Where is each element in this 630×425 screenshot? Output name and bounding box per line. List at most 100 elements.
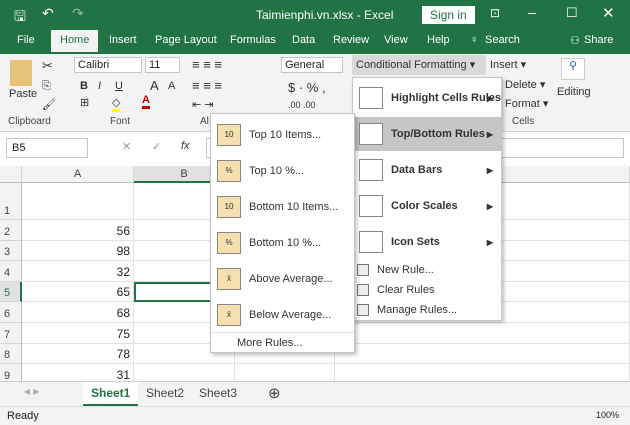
cell-a[interactable]: 68 [22, 302, 134, 323]
zoom-level[interactable]: 100% [596, 410, 619, 420]
status-bar: Ready 100% [0, 406, 630, 425]
fill-color-icon[interactable]: ◇ [112, 96, 121, 112]
group-alignment: Al [200, 116, 209, 127]
underline-button[interactable]: U [115, 80, 123, 92]
insert-function-icon[interactable]: fx [181, 140, 190, 152]
more-rules-item[interactable]: More Rules... [211, 332, 354, 352]
paste-icon[interactable] [10, 60, 32, 86]
sheet-tab-sheet2[interactable]: Sheet2 [146, 386, 184, 400]
redo-icon[interactable]: ↷ [72, 5, 84, 22]
sheet-tab-sheet3[interactable]: Sheet3 [199, 386, 237, 400]
submenu-item[interactable]: x̄ Above Average... [211, 262, 354, 296]
tab-help[interactable]: Help [427, 34, 450, 46]
tab-review[interactable]: Review [333, 34, 369, 46]
row-header[interactable]: 6 [0, 302, 22, 323]
share-button[interactable]: Share [584, 34, 613, 46]
paste-button[interactable]: Paste [9, 88, 37, 100]
add-sheet-button[interactable]: ⊕ [268, 384, 281, 402]
menu-item-highlight-cells-rules[interactable]: Highlight Cells Rules ▶ [353, 81, 501, 115]
menu-item-new-rule[interactable]: New Rule... [353, 260, 501, 280]
submenu-arrow-icon: ▶ [486, 93, 493, 103]
font-name-select[interactable]: Calibri [74, 57, 142, 73]
decrease-font-icon[interactable]: A [168, 80, 175, 92]
increase-font-icon[interactable]: A [150, 78, 159, 93]
tab-formulas[interactable]: Formulas [230, 34, 276, 46]
column-header-a[interactable]: A [22, 166, 134, 183]
tab-file[interactable]: File [17, 34, 35, 46]
indent-icon[interactable]: ⇤ ⇥ [192, 98, 214, 111]
align-left-icon[interactable]: ≡ ≡ ≡ [192, 78, 222, 93]
maximize-button[interactable]: ☐ [566, 5, 578, 21]
copy-icon[interactable]: ⎘ [42, 80, 51, 93]
cell-a[interactable] [22, 183, 134, 220]
submenu-item[interactable]: x̄ Below Average... [211, 298, 354, 332]
submenu-item[interactable]: % Top 10 %... [211, 154, 354, 188]
cut-icon[interactable]: ✂ [42, 58, 53, 74]
submenu-item[interactable]: 10 Bottom 10 Items... [211, 190, 354, 224]
submenu-item[interactable]: % Bottom 10 %... [211, 226, 354, 260]
cell-a[interactable]: 98 [22, 240, 134, 262]
format-painter-icon[interactable]: 🖌 [42, 98, 56, 111]
enter-icon[interactable]: ✓ [152, 140, 161, 153]
align-top-icon[interactable]: ≡ ≡ ≡ [192, 57, 222, 72]
font-color-icon[interactable]: A [142, 94, 150, 109]
search-icon[interactable]: ♀ [470, 34, 478, 46]
share-icon[interactable]: ⚇ [570, 34, 580, 47]
sign-in-button[interactable]: Sign in [422, 6, 475, 24]
row-header[interactable]: 7 [0, 323, 22, 344]
cell-rest[interactable] [335, 323, 630, 344]
tab-data[interactable]: Data [292, 34, 315, 46]
delete-cells-button[interactable]: Delete ▾ [505, 78, 545, 91]
close-button[interactable]: ✕ [602, 4, 615, 22]
cell-a[interactable]: 65 [22, 281, 134, 303]
select-all[interactable] [0, 166, 22, 183]
tab-home[interactable]: Home [51, 30, 99, 52]
submenu-item[interactable]: 10 Top 10 Items... [211, 118, 354, 152]
cell-rest[interactable] [335, 343, 630, 365]
italic-button[interactable]: I [98, 80, 101, 92]
cancel-icon[interactable]: ✕ [122, 140, 131, 153]
sheet-tab-sheet1[interactable]: Sheet1 [83, 382, 139, 406]
borders-icon[interactable]: ⊞ [80, 96, 89, 109]
menu-item-data-bars[interactable]: Data Bars ▶ [353, 153, 501, 187]
minimize-button[interactable]: – [528, 4, 536, 20]
font-size-select[interactable]: 11 [145, 57, 180, 73]
menu-item-label: Top/Bottom Rules [391, 128, 485, 140]
cell-a[interactable]: 32 [22, 261, 134, 282]
row-header[interactable]: 4 [0, 261, 22, 282]
group-cells: Cells [512, 116, 535, 127]
find-icon[interactable]: ⚲ [561, 58, 585, 80]
save-icon[interactable]: 🖫 [14, 6, 26, 30]
scroll-sheets-icon[interactable]: ◂ ▸ [24, 384, 39, 398]
undo-icon[interactable]: ↶ [42, 5, 54, 22]
row-header[interactable]: 3 [0, 240, 22, 262]
format-cells-button[interactable]: Format ▾ [505, 97, 548, 110]
row-header[interactable]: 8 [0, 343, 22, 365]
bold-button[interactable]: B [80, 80, 88, 92]
currency-icon[interactable]: $ · % , [288, 80, 326, 95]
ribbon-display-icon[interactable]: ⊡ [490, 6, 500, 20]
menu-item-top-bottom-rules[interactable]: Top/Bottom Rules ▶ [353, 117, 501, 151]
cell-a[interactable]: 75 [22, 323, 134, 344]
row-header[interactable]: 1 [0, 183, 22, 220]
tab-search[interactable]: Search [485, 34, 520, 46]
cell-a[interactable]: 78 [22, 343, 134, 365]
row-header[interactable]: 2 [0, 220, 22, 241]
tab-insert[interactable]: Insert [109, 34, 137, 46]
cell-a[interactable]: 56 [22, 220, 134, 241]
name-box[interactable]: B5 [6, 138, 88, 158]
number-format-select[interactable]: General [281, 57, 343, 73]
tab-page-layout[interactable]: Page Layout [155, 34, 217, 46]
menu-item-manage-rules[interactable]: Manage Rules... [353, 300, 501, 320]
menu-item-color-scales[interactable]: Color Scales ▶ [353, 189, 501, 223]
insert-cells-button[interactable]: Insert ▾ [490, 58, 526, 71]
tab-view[interactable]: View [384, 34, 408, 46]
submenu-item-label: Top 10 %... [249, 165, 305, 177]
conditional-formatting-button[interactable]: Conditional Formatting ▾ [352, 55, 486, 75]
menu-item-clear-rules[interactable]: Clear Rules [353, 280, 501, 300]
row-header[interactable]: 5 [0, 281, 22, 303]
decimal-icon[interactable]: .00 .00 [288, 100, 316, 110]
menu-item-icon-sets[interactable]: Icon Sets ▶ [353, 225, 501, 259]
rule-icon: % [217, 232, 241, 254]
editing-button[interactable]: Editing [557, 86, 591, 98]
